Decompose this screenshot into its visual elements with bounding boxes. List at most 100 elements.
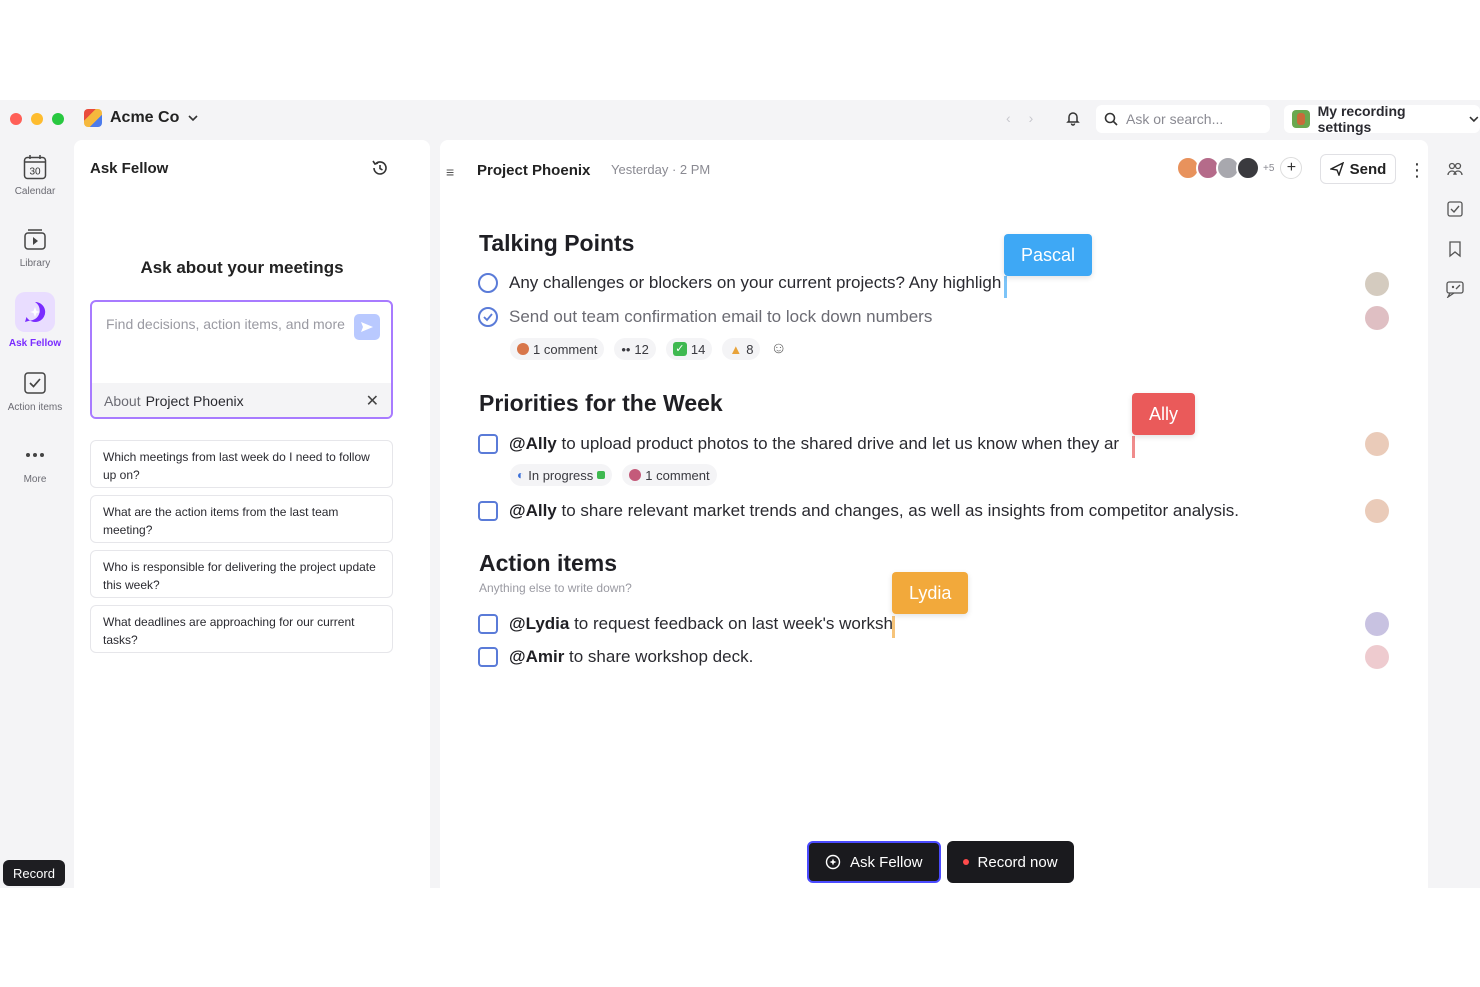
item-text[interactable]: @Amir to share workshop deck. <box>509 647 753 667</box>
reaction-count: 12 <box>634 341 649 357</box>
comment-count: 1 comment <box>645 467 710 483</box>
item-text[interactable]: @Ally to share relevant market trends an… <box>509 501 1239 521</box>
eyes-icon: •• <box>621 341 631 357</box>
ask-fellow-icon <box>15 292 55 332</box>
rail-item-library[interactable]: Library <box>0 226 70 269</box>
record-now-button[interactable]: Record now <box>946 841 1074 883</box>
item-body: to request feedback on last week's works… <box>569 614 893 633</box>
ask-submit-button[interactable] <box>354 314 380 340</box>
history-icon[interactable] <box>370 158 390 178</box>
recording-settings-button[interactable]: My recording settings <box>1284 103 1480 135</box>
calendar-icon: 30 <box>22 154 48 180</box>
assignee-avatar <box>1365 499 1389 523</box>
rail-label-action-items: Action items <box>7 402 63 413</box>
rail-label-library: Library <box>19 258 51 269</box>
item-text[interactable]: @Lydia to request feedback on last week'… <box>509 614 893 634</box>
close-window-button[interactable] <box>10 113 22 125</box>
checkbox[interactable] <box>478 434 498 454</box>
checkbox[interactable] <box>478 501 498 521</box>
priority-item: @Ally to share relevant market trends an… <box>478 501 1239 521</box>
add-reaction-icon[interactable]: ☺ <box>770 338 786 360</box>
avatar <box>1236 156 1260 180</box>
org-name: Acme Co <box>110 109 180 126</box>
item-text[interactable]: Any challenges or blockers on your curre… <box>509 273 1001 293</box>
item-meta: ◐ In progress 1 comment <box>510 464 717 486</box>
commenter-avatar <box>629 469 642 481</box>
record-now-label: Record now <box>977 853 1058 871</box>
add-attendee-icon[interactable]: + <box>1280 157 1303 179</box>
bookmark-icon[interactable] <box>1446 240 1464 258</box>
attendee-more-count: +5 <box>1263 162 1275 174</box>
commenter-avatar <box>517 343 529 355</box>
record-dot-icon <box>962 859 969 865</box>
minimize-window-button[interactable] <box>31 113 43 125</box>
todo-circle-checkbox[interactable] <box>478 273 498 293</box>
close-icon[interactable]: ✕ <box>366 391 379 411</box>
collaborator-cursor-ally: Ally <box>1132 393 1196 435</box>
suggestion-item[interactable]: What are the action items from the last … <box>90 495 393 543</box>
item-body: to upload product photos to the shared d… <box>556 434 1120 453</box>
ask-fellow-label: Ask Fellow <box>850 853 923 871</box>
comment-chip[interactable]: 1 comment <box>622 464 717 486</box>
checkbox-icon[interactable] <box>1446 200 1464 218</box>
section-title-action-items: Action items <box>479 550 618 576</box>
paper-plane-icon <box>1329 162 1344 176</box>
ask-fellow-button[interactable]: Ask Fellow <box>807 841 941 883</box>
reaction-check[interactable]: ✓ 14 <box>665 338 713 360</box>
ask-context: About Project Phoenix ✕ <box>92 383 391 417</box>
talking-point-item: Send out team confirmation email to lock… <box>478 307 932 327</box>
bell-icon[interactable] <box>1064 109 1082 127</box>
reaction-eyes[interactable]: •• 12 <box>614 338 656 360</box>
mention[interactable]: @Ally <box>509 501 557 520</box>
item-text[interactable]: Send out team confirmation email to lock… <box>509 307 932 327</box>
suggestion-item[interactable]: Which meetings from last week do I need … <box>90 440 393 488</box>
green-check-icon: ✓ <box>672 342 687 356</box>
kebab-menu-icon[interactable]: ⋮ <box>1408 160 1426 181</box>
search-box[interactable]: Ask or search... <box>1096 105 1270 133</box>
rail-item-calendar[interactable]: 30 Calendar <box>0 154 70 197</box>
section-title-talking-points: Talking Points <box>479 230 635 256</box>
checkbox[interactable] <box>478 614 498 634</box>
right-rail <box>1440 160 1470 298</box>
agenda-icon[interactable] <box>1446 160 1464 178</box>
collaborator-cursor-line <box>1004 276 1007 298</box>
back-arrow-icon[interactable]: ‹ <box>1006 110 1011 126</box>
suggestion-item[interactable]: Who is responsible for delivering the pr… <box>90 550 393 598</box>
status-chip[interactable]: ◐ In progress <box>510 464 613 486</box>
zoom-window-button[interactable] <box>52 113 64 125</box>
forward-arrow-icon[interactable]: › <box>1029 110 1034 126</box>
floating-action-bar: Ask Fellow Record now <box>807 841 1074 883</box>
rail-item-ask-fellow[interactable]: Ask Fellow <box>0 292 70 349</box>
checkbox[interactable] <box>478 647 498 667</box>
feedback-icon[interactable] <box>1445 280 1465 298</box>
send-button[interactable]: Send <box>1320 154 1396 184</box>
ask-fellow-icon <box>825 854 841 870</box>
rail-item-action-items[interactable]: Action items <box>0 370 70 413</box>
done-circle-checkbox[interactable] <box>478 307 498 327</box>
note-title: Project Phoenix <box>477 162 591 179</box>
left-rail: 30 Calendar Library Ask Fellow Action it… <box>0 138 70 888</box>
suggestion-item[interactable]: What deadlines are approaching for our c… <box>90 605 393 653</box>
progress-icon: ◐ <box>517 468 525 482</box>
ask-panel-title: Ask Fellow <box>90 160 169 177</box>
action-items-icon <box>22 370 48 396</box>
mention[interactable]: @Ally <box>509 434 557 453</box>
org-switcher[interactable]: Acme Co <box>84 109 199 127</box>
attendee-avatars[interactable]: +5 + <box>1176 156 1303 180</box>
ask-context-prefix: About <box>104 393 141 409</box>
ask-input-box: About Project Phoenix ✕ <box>90 300 393 419</box>
chevron-down-icon <box>1469 116 1479 123</box>
comment-chip[interactable]: 1 comment <box>510 338 605 360</box>
item-text[interactable]: @Ally to upload product photos to the sh… <box>509 434 1119 454</box>
mention[interactable]: @Amir <box>509 647 564 666</box>
record-button[interactable]: Record <box>3 860 65 886</box>
menu-icon[interactable]: ≡ <box>446 164 454 180</box>
ask-input[interactable] <box>106 314 346 364</box>
rail-item-more[interactable]: More <box>0 442 70 485</box>
window-controls <box>10 113 64 125</box>
collaborator-cursor-line <box>892 616 895 638</box>
library-icon <box>22 226 48 252</box>
reaction-thumbs[interactable]: ▲ 8 <box>722 338 761 360</box>
app-window: Acme Co ‹ › Ask or search... My recordin… <box>0 100 1480 888</box>
mention[interactable]: @Lydia <box>509 614 569 633</box>
